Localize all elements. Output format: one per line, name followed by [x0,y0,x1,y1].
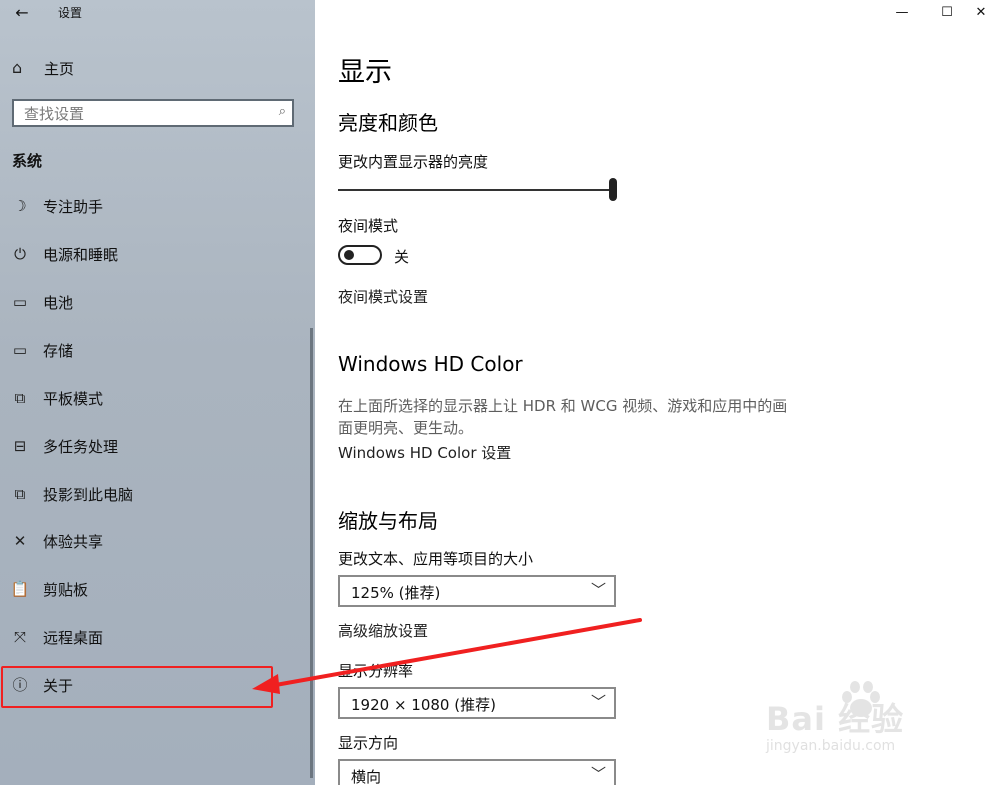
window-title: 设置 [58,6,83,20]
title-bar: ← 设置 [0,0,315,28]
sidebar-item-storage[interactable]: ▭ 存储 [0,331,315,371]
resolution-dropdown-value: 1920 × 1080 (推荐) [351,696,496,714]
close-button[interactable]: ✕ [958,2,1000,24]
toggle-knob [344,250,354,260]
watermark-logo-text: Bai 经验 [766,700,905,738]
moon-icon: ☽ [13,197,27,215]
sidebar-item-label: 多任务处理 [43,438,119,456]
orientation-label: 显示方向 [338,734,399,752]
sidebar-item-power-sleep[interactable]: ⏻ 电源和睡眠 [0,235,315,275]
multitasking-icon: ⊟ [13,437,27,455]
tablet-mode-icon: ⧉ [14,389,26,407]
orientation-dropdown-value: 横向 [351,768,382,786]
night-light-label: 夜间模式 [338,217,399,235]
orientation-dropdown[interactable]: 横向 ﹀ [338,759,616,786]
sidebar-item-label: 平板模式 [43,390,104,408]
hd-color-heading: Windows HD Color [338,352,523,376]
section-title-system: 系统 [12,152,43,170]
resolution-dropdown[interactable]: 1920 × 1080 (推荐) ﹀ [338,687,616,719]
page-title: 显示 [338,57,392,88]
sidebar-item-label: 电源和睡眠 [43,246,119,264]
sidebar-item-battery[interactable]: ▭ 电池 [0,283,315,323]
battery-icon: ▭ [12,293,28,311]
chevron-down-icon: ﹀ [590,765,606,783]
brightness-slider-track[interactable] [338,189,610,191]
power-icon: ⏻ [14,245,26,263]
storage-icon: ▭ [12,341,28,359]
sidebar-item-focus-assist[interactable]: ☽ 专注助手 [0,187,315,227]
scale-label: 更改文本、应用等项目的大小 [338,550,534,568]
baidu-watermark: Bai 经验 jingyan.baidu.com [766,680,956,760]
sidebar: ← 设置 ⌂ 主页 ⌕ 系统 ☽ 专注助手 ⏻ 电源和睡眠 ▭ 电池 ▭ 存储 … [0,0,315,785]
night-light-state: 关 [394,248,410,266]
sidebar-item-label: 电池 [43,294,74,312]
hd-color-description: 在上面所选择的显示器上让 HDR 和 WCG 视频、游戏和应用中的画面更明亮、更… [338,397,788,437]
sidebar-item-remote-desktop[interactable]: ⤧ 远程桌面 [0,618,315,658]
sidebar-item-label: 远程桌面 [43,629,104,647]
scale-dropdown[interactable]: 125% (推荐) ﹀ [338,575,616,607]
sidebar-item-label: 投影到此电脑 [43,486,134,504]
sidebar-item-label: 主页 [44,60,75,78]
sidebar-item-clipboard[interactable]: 📋 剪贴板 [0,570,315,610]
share-icon: ✕ [13,532,27,550]
sidebar-item-label: 体验共享 [43,533,104,551]
watermark-url: jingyan.baidu.com [766,738,896,754]
chevron-down-icon: ﹀ [590,693,606,711]
main-content: — ☐ ✕ 显示 亮度和颜色 更改内置显示器的亮度 夜间模式 关 夜间模式设置 … [315,0,1000,786]
chevron-down-icon: ﹀ [590,581,606,599]
night-light-settings-link[interactable]: 夜间模式设置 [338,286,428,307]
annotation-highlight-box [1,666,273,708]
sidebar-item-home[interactable]: ⌂ 主页 [0,52,315,86]
sidebar-item-label: 专注助手 [43,198,104,216]
sidebar-scrollbar[interactable] [310,328,313,778]
minimize-button[interactable]: — [879,2,925,24]
clipboard-icon: 📋 [10,580,30,598]
resolution-label: 显示分辨率 [338,662,414,680]
sidebar-item-shared-experiences[interactable]: ✕ 体验共享 [0,522,315,562]
remote-desktop-icon: ⤧ [13,628,26,646]
search-box[interactable]: ⌕ [12,99,294,127]
advanced-scaling-link[interactable]: 高级缩放设置 [338,620,428,641]
search-icon[interactable]: ⌕ [279,104,286,119]
brightness-label: 更改内置显示器的亮度 [338,153,489,171]
back-arrow-icon[interactable]: ← [10,2,34,24]
scale-dropdown-value: 125% (推荐) [351,584,441,602]
sidebar-item-tablet-mode[interactable]: ⧉ 平板模式 [0,379,315,419]
brightness-heading: 亮度和颜色 [338,111,438,135]
night-light-toggle[interactable] [338,245,382,265]
search-input[interactable] [22,103,266,125]
sidebar-item-label: 剪贴板 [43,581,89,599]
sidebar-item-multitasking[interactable]: ⊟ 多任务处理 [0,427,315,467]
sidebar-item-project-to-pc[interactable]: ⧉ 投影到此电脑 [0,475,315,515]
sidebar-item-label: 存储 [43,342,74,360]
hd-color-settings-link[interactable]: Windows HD Color 设置 [338,442,511,463]
home-icon: ⌂ [12,58,23,77]
project-icon: ⧉ [14,485,26,503]
brightness-slider-thumb[interactable] [609,178,617,201]
scale-layout-heading: 缩放与布局 [338,509,438,533]
